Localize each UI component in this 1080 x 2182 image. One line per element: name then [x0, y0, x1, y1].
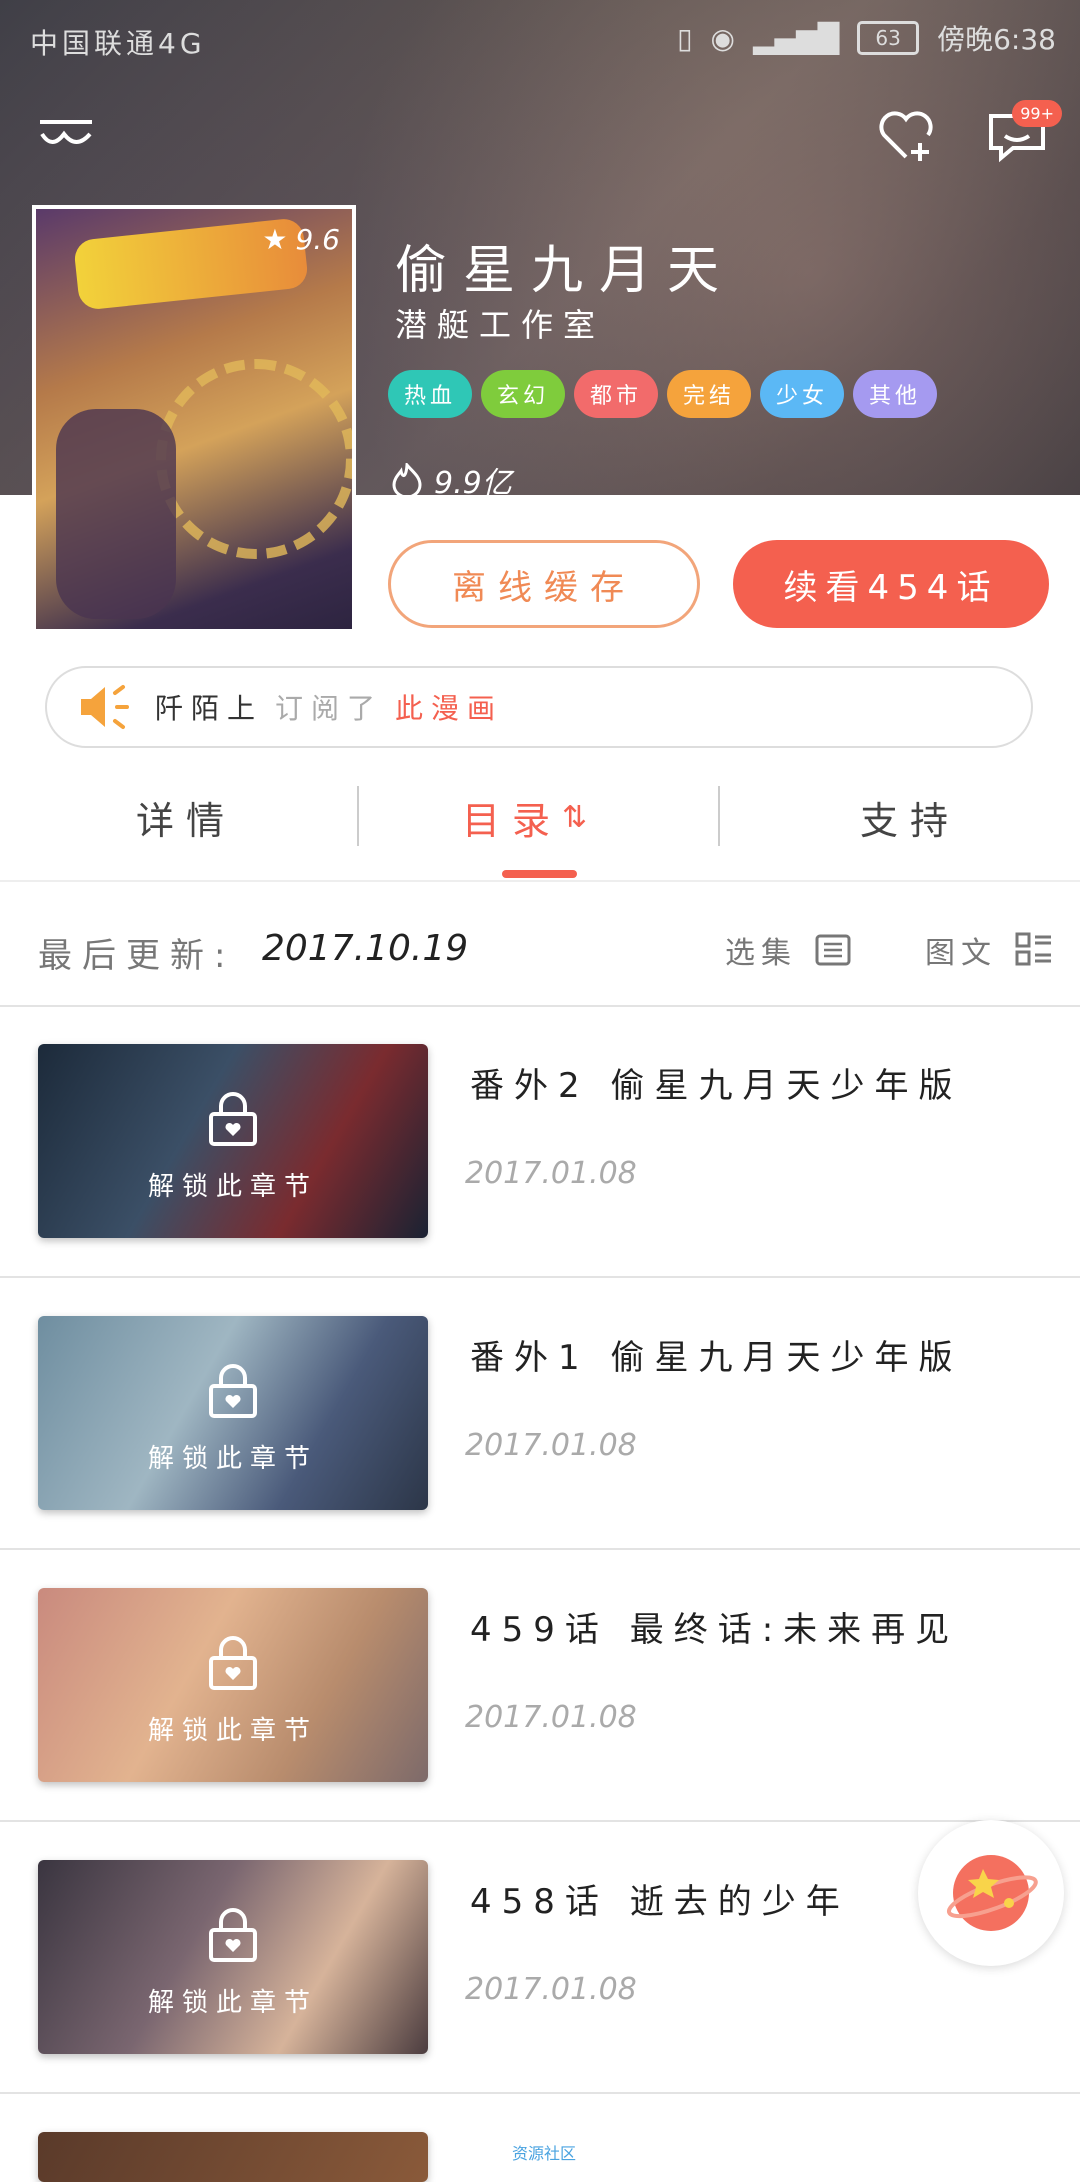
tab-divider [718, 786, 720, 846]
tag-chip[interactable]: 其他 [853, 370, 937, 418]
active-tab-indicator [502, 870, 577, 878]
last-update-date: 2017.10.19 [262, 928, 469, 969]
select-episodes-button[interactable]: 选集 [725, 928, 851, 972]
chapter-date: 2017.01.08 [465, 1428, 637, 1463]
unlock-chapter-label: 解锁此章节 [147, 1716, 318, 1746]
tag-list: 热血 玄幻 都市 完结 少女 其他 [388, 370, 937, 418]
tab-catalog-label: 目录 [462, 799, 563, 843]
flame-icon [392, 463, 422, 497]
continue-reading-button[interactable]: 续看454话 [733, 540, 1049, 628]
tag-chip[interactable]: 完结 [667, 370, 751, 418]
chapter-item[interactable]: 解锁此章节 番外2 偷星九月天少年版 2017.01.08 [0, 1006, 1080, 1278]
chapter-item[interactable]: 解锁此章节 番外1 偷星九月天少年版 2017.01.08 [0, 1278, 1080, 1550]
chapter-date: 2017.01.08 [465, 1972, 637, 2007]
lock-icon [209, 1636, 257, 1690]
chapter-thumbnail[interactable]: 解锁此章节 [38, 1588, 428, 1782]
lock-icon [209, 1364, 257, 1418]
carrier-label: 中国联通4G [30, 27, 206, 60]
notification-badge: 99+ [1012, 100, 1062, 127]
popularity-value: 9.9亿 [434, 466, 512, 501]
cat-face-back-icon [40, 120, 92, 144]
subscriber-name: 阡陌上 [155, 692, 264, 725]
community-label: 资源社区 [512, 2144, 577, 2163]
planet-star-icon [946, 1855, 1038, 1931]
chapter-title: 番外1 偷星九月天少年版 [470, 1338, 963, 1378]
chapter-date: 2017.01.08 [465, 1700, 637, 1735]
signal-icon: ▂▄▆█ [752, 21, 840, 55]
tab-bar: 详情 目录 ⇅ 支持 [0, 770, 1080, 882]
heart-plus-icon [879, 111, 933, 161]
tag-chip[interactable]: 玄幻 [481, 370, 565, 418]
tag-chip[interactable]: 少女 [760, 370, 844, 418]
unlock-chapter-label: 解锁此章节 [147, 1172, 318, 1202]
last-update-label: 最后更新: [38, 936, 236, 976]
clock: 傍晚6:38 [937, 23, 1056, 56]
grid-list-icon [1015, 932, 1051, 966]
comments-button[interactable]: 99+ [972, 100, 1062, 170]
offline-cache-button[interactable]: 离线缓存 [388, 540, 700, 628]
chapter-thumbnail[interactable]: 解锁此章节 [38, 1860, 428, 2054]
tab-support[interactable]: 支持 [860, 790, 960, 845]
update-info-bar: 最后更新: 2017.10.19 选集 图文 [0, 890, 1080, 1007]
subscribe-action: 订阅了 [275, 692, 384, 725]
eye-icon: ◉ [710, 21, 735, 55]
speaker-icon [81, 685, 129, 729]
chapter-thumbnail[interactable] [38, 2132, 428, 2182]
status-bar: 中国联通4G ▯ ◉ ▂▄▆█ 63 傍晚6:38 [0, 0, 1080, 78]
tab-catalog[interactable]: 目录 ⇅ [462, 790, 587, 845]
chapter-item[interactable]: 解锁此章节 459话 最终话:未来再见 2017.01.08 [0, 1550, 1080, 1822]
chapter-title: 458话 逝去的少年 [470, 1882, 850, 1922]
chapter-title: 459话 最终话:未来再见 [470, 1610, 960, 1650]
back-button[interactable] [32, 110, 102, 166]
rating-value: 9.6 [295, 223, 340, 256]
select-episodes-label: 选集 [725, 936, 797, 971]
rating-badge: ★ 9.6 [262, 223, 340, 256]
unlock-chapter-label: 解锁此章节 [147, 1444, 318, 1474]
lock-icon [209, 1092, 257, 1146]
tag-chip[interactable]: 热血 [388, 370, 472, 418]
vibrate-icon: ▯ [677, 21, 693, 55]
list-icon [815, 934, 851, 966]
tab-details[interactable]: 详情 [136, 790, 236, 845]
tab-divider [357, 786, 359, 846]
view-mode-button[interactable]: 图文 [925, 928, 1053, 972]
view-mode-label: 图文 [925, 936, 997, 971]
chapter-list: 解锁此章节 番外2 偷星九月天少年版 2017.01.08 解锁此章节 番外1 … [0, 1006, 1080, 2182]
community-planet-button[interactable] [918, 1820, 1064, 1966]
sort-order-icon[interactable]: ⇅ [562, 800, 587, 835]
subscribe-target: 此漫画 [395, 692, 504, 725]
chapter-thumbnail[interactable]: 解锁此章节 [38, 1044, 428, 1238]
comic-cover-image[interactable]: ★ 9.6 [32, 205, 356, 633]
chapter-title: 番外2 偷星九月天少年版 [470, 1066, 963, 1106]
popularity: 9.9亿 [392, 458, 512, 502]
comic-author[interactable]: 潜艇工作室 [395, 300, 605, 346]
subscriber-ticker: 阡陌上 订阅了 此漫画 [45, 666, 1033, 748]
chapter-item[interactable]: 解锁此章节 458话 逝去的少年 2017.01.08 [0, 1822, 1080, 2094]
chapter-date: 2017.01.08 [465, 1156, 637, 1191]
comic-title: 偷星九月天 [395, 241, 736, 301]
star-icon: ★ [262, 223, 288, 256]
tag-chip[interactable]: 都市 [574, 370, 658, 418]
lock-icon [209, 1908, 257, 1962]
unlock-chapter-label: 解锁此章节 [147, 1988, 318, 2018]
favorite-add-button[interactable] [875, 105, 939, 165]
chapter-thumbnail[interactable]: 解锁此章节 [38, 1316, 428, 1510]
battery-icon: 63 [857, 21, 920, 55]
